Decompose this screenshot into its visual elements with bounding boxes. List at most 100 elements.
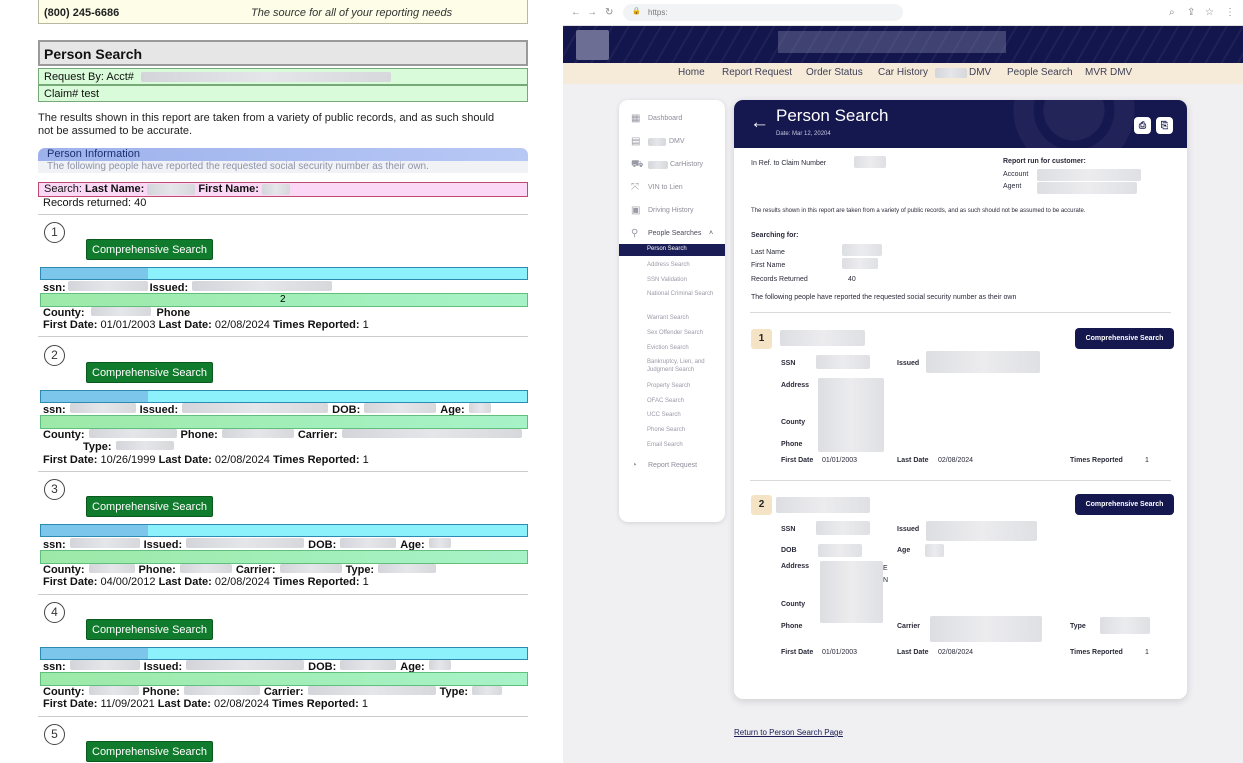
first-date-value: 01/01/2003: [822, 457, 858, 464]
sidebar-sub-bankruptcy[interactable]: Bankruptcy, Lien, and Judgment Search: [647, 358, 719, 374]
last-date-value: 02/08/2024: [938, 649, 974, 656]
nav-dmv[interactable]: DMV: [969, 67, 991, 78]
first-name-label: First Name: [751, 262, 786, 269]
county-row: County: Phone: Carrier:: [43, 429, 522, 441]
sidebar-item-people-searches[interactable]: ⚲ People Searches ˄: [619, 228, 725, 240]
nav-order-status[interactable]: Order Status: [806, 67, 863, 78]
nav-car-history[interactable]: Car History: [878, 67, 928, 78]
redacted-banner-text: [778, 31, 1006, 53]
county-label: County: [781, 419, 806, 426]
address-bar-url: https:: [648, 8, 668, 17]
redacted-account: [140, 72, 391, 83]
company-tagline: The source for all of your reporting nee…: [251, 7, 453, 19]
old-report-panel: (800) 245-6686 The source for all of you…: [0, 0, 560, 763]
divider: [38, 471, 528, 472]
last-name-label: Last Name: [751, 249, 785, 256]
divider: [750, 480, 1171, 481]
comprehensive-search-button[interactable]: Comprehensive Search: [86, 362, 213, 383]
searching-for-label: Searching for:: [751, 232, 799, 239]
claim-ref-label: In Ref. to Claim Number: [751, 160, 827, 167]
redacted-issued: [926, 521, 1037, 541]
first-date-label: First Date: [781, 457, 814, 464]
address-label: Address: [781, 563, 810, 570]
record-header-bar: [40, 524, 528, 537]
record-header-bar: [40, 647, 528, 660]
person-info-subtitle: The following people have reported the r…: [38, 161, 528, 173]
document-icon: ▤: [631, 136, 641, 147]
site-logo[interactable]: [576, 30, 609, 60]
phone-label: Phone: [781, 623, 803, 630]
nav-mvr-dmv[interactable]: MVR DMV: [1085, 67, 1132, 78]
card-header: ← Person Search Date: Mar 12, 20204 ⎙ ⎘: [734, 100, 1187, 148]
star-icon[interactable]: ☆: [1205, 7, 1214, 18]
records-returned-label: Records Returned: [751, 276, 808, 283]
back-nav-icon[interactable]: ←: [571, 7, 581, 18]
sidebar-sub-ssn-validation[interactable]: SSN Validation: [647, 276, 687, 284]
dashboard-icon: ▦: [631, 113, 641, 124]
sidebar-sub-ucc-search[interactable]: UCC Search: [647, 411, 681, 419]
request-by-label: Request By: Acct#: [44, 71, 134, 83]
return-to-person-search-link[interactable]: Return to Person Search Page: [734, 728, 843, 737]
sidebar-sub-ofac-search[interactable]: OFAC Search: [647, 397, 684, 405]
record-address-bar: [40, 550, 528, 564]
disclaimer-line-1: The results shown in this report are tak…: [38, 112, 495, 124]
comprehensive-search-button[interactable]: Comprehensive Search: [1075, 494, 1174, 515]
sidebar-sub-warrant-search[interactable]: Warrant Search: [647, 314, 689, 322]
comprehensive-search-button[interactable]: Comprehensive Search: [86, 619, 213, 640]
carrier-label: Carrier: [897, 623, 920, 630]
sidebar-sub-person-search[interactable]: Person Search: [619, 244, 725, 256]
sidebar-sub-national-criminal[interactable]: National Criminal Search: [647, 290, 719, 298]
new-report-browser: ← → ↻ 🔒 https: ⌕ ⇪ ☆ ⋮ Home Report Reque…: [563, 0, 1243, 763]
sidebar-sub-address-search[interactable]: Address Search: [647, 261, 690, 269]
dob-label: DOB: [781, 547, 797, 554]
comprehensive-search-button[interactable]: Comprehensive Search: [86, 496, 213, 517]
phone-label: Phone: [781, 441, 803, 448]
menu-icon[interactable]: ⋮: [1225, 7, 1235, 18]
person-search-card: ← Person Search Date: Mar 12, 20204 ⎙ ⎘ …: [734, 100, 1187, 699]
redacted-claim-number: [854, 156, 886, 168]
nav-people-search[interactable]: People Search: [1007, 67, 1073, 78]
nav-home[interactable]: Home: [678, 67, 705, 78]
share-icon[interactable]: ⇪: [1187, 7, 1195, 18]
comprehensive-search-button[interactable]: Comprehensive Search: [86, 741, 213, 762]
sidebar-item-carhistory[interactable]: ⛟ CarHistory: [619, 159, 725, 171]
records-returned: Records returned: 40: [43, 197, 147, 209]
report-disclaimer: The results shown in this report are tak…: [38, 112, 528, 138]
divider: [750, 312, 1171, 313]
record-header-bar: [40, 267, 528, 280]
pdf-icon[interactable]: ⎘: [1156, 117, 1173, 134]
print-icon[interactable]: ⎙: [1134, 117, 1151, 134]
report-header-strip: (800) 245-6686 The source for all of you…: [38, 0, 528, 24]
sidebar-item-dashboard[interactable]: ▦ Dashboard: [619, 113, 725, 125]
sidebar-item-driving-history[interactable]: ▣ Driving History: [619, 205, 725, 217]
link-icon: ⤧: [631, 182, 639, 193]
address-suffix: E N: [883, 565, 889, 584]
forward-nav-icon[interactable]: →: [587, 7, 597, 18]
zoom-icon[interactable]: ⌕: [1169, 7, 1175, 18]
divider: [38, 336, 528, 337]
report-title: Person Search: [38, 40, 528, 66]
dates-row: First Date: 10/26/1999 Last Date: 02/08/…: [43, 454, 369, 466]
nav-report-request[interactable]: Report Request: [722, 67, 792, 78]
sidebar-sub-phone-search[interactable]: Phone Search: [647, 426, 685, 434]
sidebar-sub-property-search[interactable]: Property Search: [647, 382, 690, 390]
comprehensive-search-button[interactable]: Comprehensive Search: [1075, 328, 1174, 349]
record-number-badge: 2: [44, 345, 65, 366]
request-by-row: Request By: Acct#: [38, 68, 528, 85]
reload-icon[interactable]: ↻: [605, 7, 613, 18]
record-number-badge: 1: [44, 222, 65, 243]
comprehensive-search-button[interactable]: Comprehensive Search: [86, 239, 213, 260]
record-address-bar: [40, 672, 528, 686]
address-bar[interactable]: 🔒 https:: [623, 4, 903, 21]
dates-row: First Date: 01/01/2003 Last Date: 02/08/…: [43, 319, 369, 331]
record-address-bar: [40, 415, 528, 429]
sidebar-sub-sex-offender[interactable]: Sex Offender Search: [647, 329, 703, 337]
sidebar-item-report-request[interactable]: ◔ Report Request: [619, 460, 725, 472]
sidebar-sub-eviction-search[interactable]: Eviction Search: [647, 344, 689, 352]
sidebar-sub-email-search[interactable]: Email Search: [647, 441, 683, 449]
sidebar-item-dmv[interactable]: ▤ DMV: [619, 136, 725, 148]
lock-icon: 🔒: [632, 8, 641, 15]
calendar-icon: ▣: [631, 205, 641, 216]
sidebar-item-vin-to-lien[interactable]: ⤧ VIN to Lien: [619, 182, 725, 194]
back-arrow-icon[interactable]: ←: [750, 112, 769, 134]
